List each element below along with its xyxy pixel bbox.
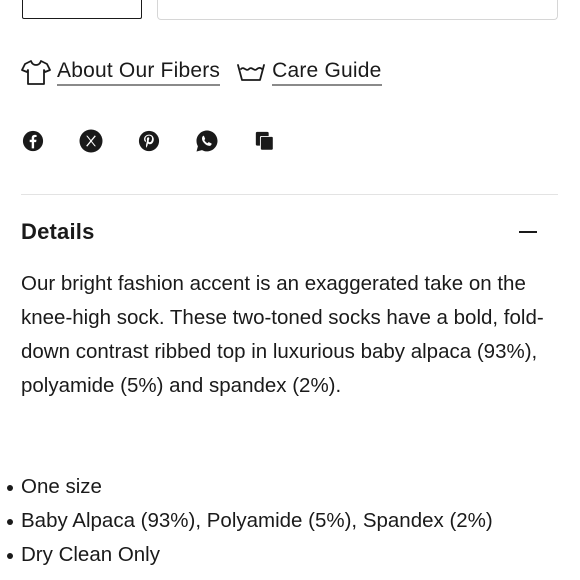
- list-item: Dry Clean Only: [7, 538, 493, 572]
- info-links: About Our Fibers Care Guide: [21, 56, 382, 88]
- details-description: Our bright fashion accent is an exaggera…: [21, 267, 561, 403]
- copy-link-icon[interactable]: [253, 129, 277, 153]
- details-title: Details: [21, 219, 95, 244]
- pinterest-icon[interactable]: [137, 129, 161, 153]
- product-details-page: About Our Fibers Care Guide Details Our …: [0, 0, 580, 580]
- whatsapp-icon[interactable]: [195, 129, 219, 153]
- minus-icon[interactable]: [519, 231, 537, 233]
- details-bullet-list: One size Baby Alpaca (93%), Polyamide (5…: [0, 470, 493, 572]
- list-item: Baby Alpaca (93%), Polyamide (5%), Spand…: [7, 504, 493, 538]
- x-icon[interactable]: [79, 129, 103, 153]
- care-guide-link[interactable]: Care Guide: [236, 59, 382, 86]
- section-divider: [21, 194, 558, 195]
- details-accordion-header[interactable]: Details: [21, 214, 537, 250]
- share-row: [21, 129, 277, 153]
- add-to-cart-button-partial[interactable]: [157, 0, 558, 20]
- about-fibers-link[interactable]: About Our Fibers: [21, 58, 221, 86]
- tshirt-icon: [21, 58, 51, 86]
- list-item: One size: [7, 470, 493, 504]
- care-guide-label: Care Guide: [272, 59, 382, 86]
- quantity-selector-partial[interactable]: [22, 0, 142, 19]
- about-fibers-label: About Our Fibers: [57, 59, 221, 86]
- description-text: Our bright fashion accent is an exaggera…: [21, 272, 544, 397]
- facebook-icon[interactable]: [21, 129, 45, 153]
- washing-tub-icon: [236, 61, 266, 83]
